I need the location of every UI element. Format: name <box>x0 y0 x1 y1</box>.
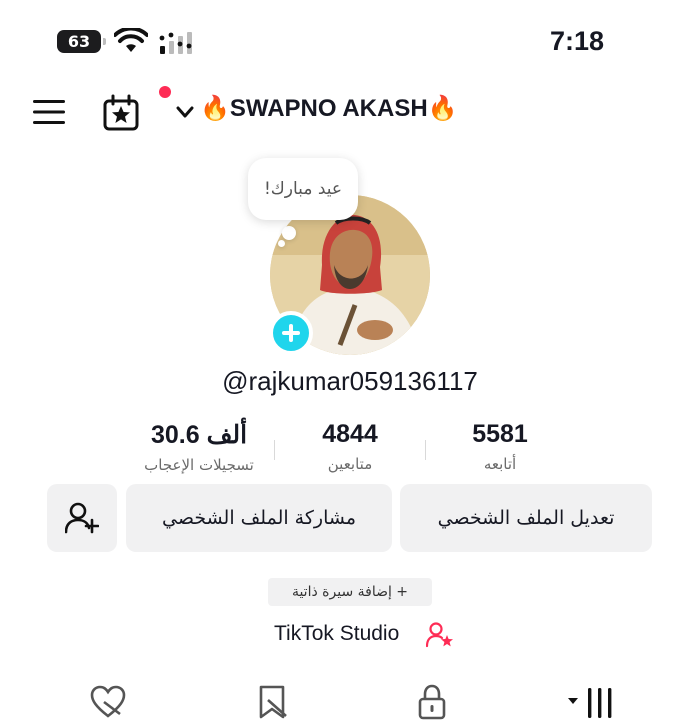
studio-person-star-icon[interactable] <box>426 622 454 648</box>
status-bubble-text: عيد مبارك! <box>263 179 343 199</box>
plus-icon <box>282 324 300 342</box>
share-profile-button[interactable]: مشاركة الملف الشخصي <box>126 484 392 552</box>
stat-following-value: 5581 <box>472 420 528 448</box>
add-bio-button[interactable]: + إضافة سيرة ذاتية <box>268 578 432 606</box>
bubble-tail-small <box>278 240 285 247</box>
add-avatar-button[interactable] <box>269 311 313 355</box>
account-switcher-title[interactable]: 🔥SWAPNO AKASH🔥 <box>200 94 458 123</box>
menu-icon[interactable] <box>33 98 65 126</box>
add-friend-icon <box>65 502 99 534</box>
stat-likes-label: تسجيلات الإعجاب <box>144 456 254 474</box>
tiktok-studio-link[interactable]: TikTok Studio <box>274 622 399 646</box>
notification-dot <box>159 86 171 98</box>
stat-followers-label: متابعين <box>327 455 373 473</box>
chevron-down-icon[interactable] <box>175 102 195 122</box>
bubble-tail <box>282 226 296 240</box>
lock-icon[interactable] <box>414 684 450 720</box>
liked-heart-icon[interactable] <box>90 684 126 720</box>
stat-likes[interactable]: 30.6 ألف تسجيلات الإعجاب <box>124 420 274 474</box>
status-time: 7:18 <box>550 26 605 56</box>
add-friend-button[interactable] <box>47 484 117 552</box>
profile-handle: @rajkumar059136117 <box>222 366 478 396</box>
stat-followers-value: 4844 <box>322 420 378 448</box>
wifi-icon <box>114 28 148 52</box>
edit-profile-button[interactable]: تعديل الملف الشخصي <box>400 484 652 552</box>
grid-icon[interactable] <box>566 684 618 720</box>
stat-followers[interactable]: 4844 متابعين <box>275 420 425 473</box>
battery-indicator: 63 <box>57 30 106 53</box>
stat-following[interactable]: 5581 أتابعه <box>425 420 575 473</box>
stat-likes-value: 30.6 ألف <box>150 421 248 449</box>
calendar-star-icon[interactable] <box>102 94 140 132</box>
saved-bookmark-icon[interactable] <box>254 684 290 720</box>
status-bubble[interactable]: عيد مبارك! <box>248 158 358 220</box>
cellular-signal-icon <box>159 32 192 54</box>
stat-following-label: أتابعه <box>483 455 517 473</box>
